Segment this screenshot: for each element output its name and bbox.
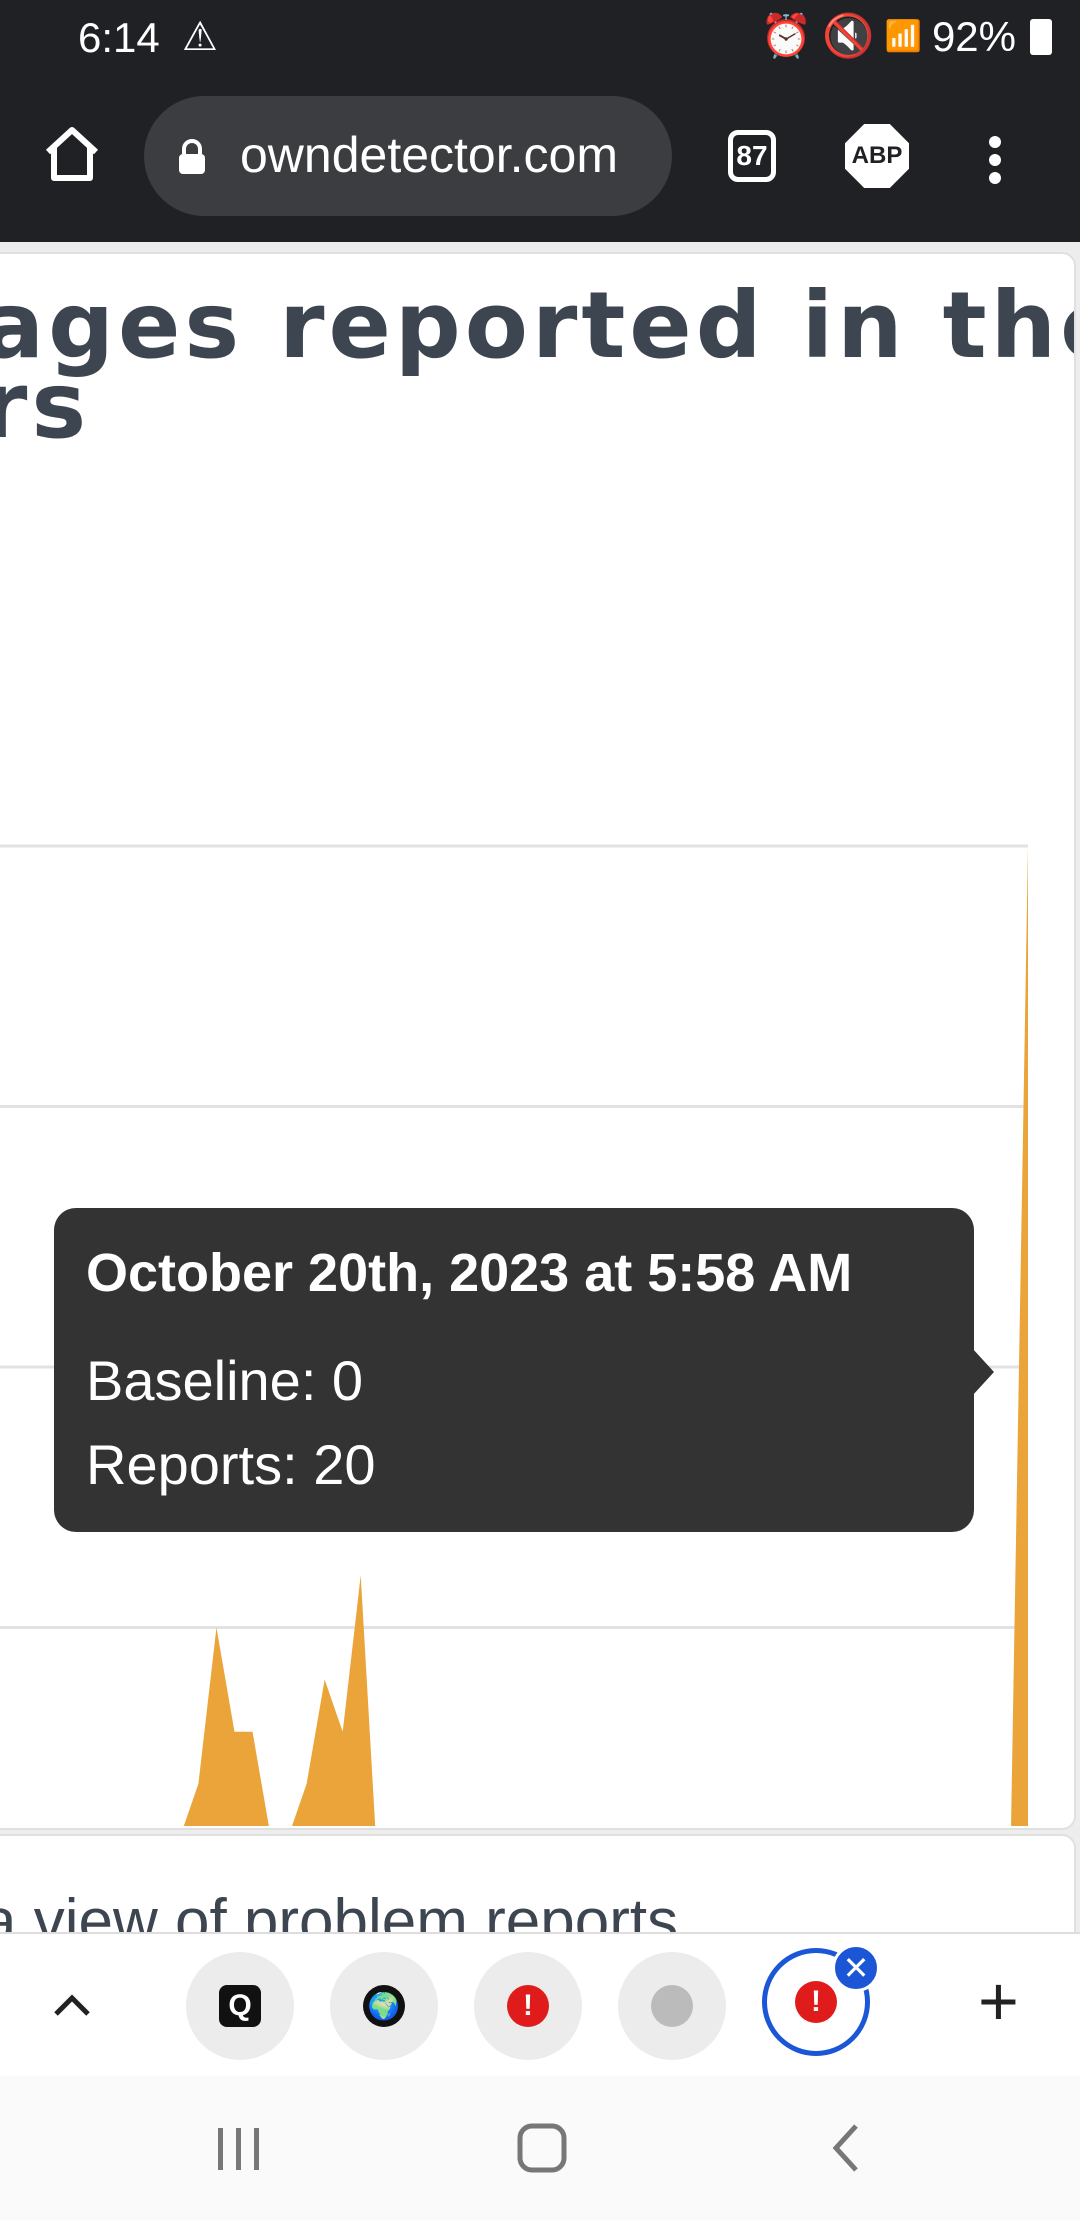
warning-icon: ⚠ <box>182 15 218 59</box>
tooltip-reports: Reports: 20 <box>86 1433 376 1496</box>
quora-icon: Q <box>219 1985 261 2027</box>
wifi-icon: 📶 <box>884 20 922 53</box>
chevron-up-icon[interactable] <box>50 1986 94 2022</box>
home-icon[interactable] <box>40 122 104 186</box>
page-title: ages reported in the <box>0 272 1076 379</box>
url-text: owndetector.com <box>240 127 618 183</box>
tab-alert-1[interactable]: ! <box>474 1952 582 2060</box>
chart-tooltip: October 20th, 2023 at 5:58 AM Baseline: … <box>54 1208 994 1532</box>
tab-switcher-button[interactable]: 87 <box>728 130 776 182</box>
close-tab-icon[interactable]: ✕ <box>832 1944 880 1992</box>
mute-icon: 🔇 <box>822 12 875 59</box>
adblock-button[interactable]: ABP <box>845 124 909 188</box>
battery-percent: 92% <box>931 12 1016 60</box>
reports-chart[interactable]: 4:00 PM9:00 PM2:00 AM <box>0 506 1074 1826</box>
home-nav-icon[interactable] <box>516 2122 568 2174</box>
system-nav-bar <box>0 2076 1080 2220</box>
alarm-icon: ⏰ <box>759 12 813 59</box>
outage-chart-card: ages reported in the rs 4:00 PM9:00 PM2:… <box>0 252 1076 1830</box>
tab-avatar[interactable] <box>618 1952 726 2060</box>
browser-toolbar: owndetector.com 87 ABP <box>0 80 1080 242</box>
globe-icon: 🌍 <box>363 1985 405 2027</box>
address-bar[interactable]: owndetector.com <box>144 96 672 216</box>
overflow-menu-icon[interactable] <box>980 130 1010 190</box>
alert-icon: ! <box>507 1985 549 2027</box>
tooltip-title: October 20th, 2023 at 5:58 AM <box>86 1243 853 1303</box>
status-bar: 6:14 ⚠ ⏰ 🔇 📶 92% <box>0 0 1080 80</box>
avatar-icon <box>651 1985 693 2027</box>
battery-icon <box>1030 18 1052 55</box>
back-icon[interactable] <box>826 2122 866 2174</box>
tooltip-baseline: Baseline: 0 <box>86 1349 364 1412</box>
status-icons: ⏰ 🔇 📶 92% <box>760 12 1052 61</box>
add-tab-button[interactable]: + <box>978 1966 1019 2036</box>
lock-icon <box>179 139 205 174</box>
page-title-continued: rs <box>0 352 91 459</box>
tab-quora[interactable]: Q <box>186 1952 294 2060</box>
bottom-tab-strip: Q 🌍 ! ! ✕ + <box>0 1932 1080 2078</box>
tab-globe[interactable]: 🌍 <box>330 1952 438 2060</box>
status-time: 6:14 <box>78 14 160 61</box>
alert-icon: ! <box>795 1981 837 2023</box>
recent-apps-icon[interactable] <box>214 2124 264 2174</box>
